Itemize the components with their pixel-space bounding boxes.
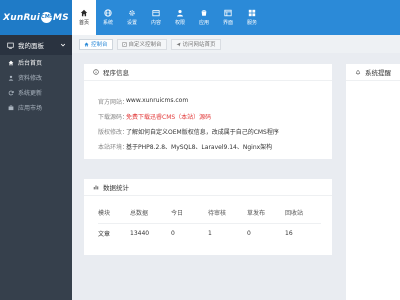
- table-cell: 13440: [130, 229, 150, 237]
- sidebar-item-label: 后台首页: [18, 60, 43, 67]
- app-icon: [201, 10, 207, 16]
- system-notice-card: 系统提醒: [346, 64, 400, 300]
- table-cell[interactable]: 1: [208, 223, 247, 243]
- service-icon: [248, 9, 256, 17]
- info-key: 官方网站：: [98, 99, 129, 106]
- table-header-cell: 待审核: [208, 210, 227, 218]
- download-source-link[interactable]: 免费下载迅睿CMS（本站）源码: [126, 112, 211, 121]
- refresh-icon: [8, 90, 14, 95]
- sidebar-item-update[interactable]: 系统更新: [0, 85, 72, 100]
- tab-label: 控制台: [91, 42, 108, 48]
- card-header: 数据统计: [84, 179, 332, 196]
- logo-text-prefix: XunRui: [3, 13, 41, 23]
- table-cell: 0: [247, 229, 251, 237]
- settings-icon: [129, 10, 135, 16]
- card-header: 程序信息: [84, 64, 332, 81]
- tab-custom-console[interactable]: 自定义控制台: [116, 38, 167, 50]
- table-header-cell: 今日: [171, 210, 184, 218]
- brand-logo[interactable]: XunRuiCMSMS: [0, 0, 72, 35]
- sidebar-item-market[interactable]: 应用市场: [0, 100, 72, 115]
- program-info-card: 程序信息 官方网站： www.xunruicms.com 下载源码： 免费下载迅…: [84, 64, 332, 159]
- tab-visit-site[interactable]: 访问网站首页: [170, 38, 221, 50]
- table-header-cell: 回收站: [285, 210, 304, 218]
- table-cell-module[interactable]: 文章: [98, 223, 130, 243]
- sidebar-item-label: 应用市场: [18, 105, 43, 112]
- info-row: 下载源码： 免费下载迅睿CMS（本站）源码: [98, 112, 211, 121]
- info-key: 本站环境：: [98, 144, 129, 151]
- page-tabs: 控制台 自定义控制台 访问网站首页: [72, 35, 400, 53]
- topnav-label: 系统: [102, 20, 113, 26]
- card-title: 系统提醒: [365, 69, 391, 77]
- card-title: 程序信息: [103, 69, 129, 77]
- info-row: 官方网站： www.xunruicms.com: [98, 97, 188, 106]
- sidebar-item-label: 系统更新: [18, 90, 43, 97]
- tab-label: 自定义控制台: [128, 42, 162, 48]
- globe-icon: [104, 9, 112, 17]
- sidebar-header-label: 我的面板: [18, 42, 44, 50]
- chevron-down-icon: [60, 43, 66, 47]
- layout-icon: [224, 9, 232, 17]
- sidebar-item-label: 资料修改: [18, 75, 43, 82]
- logo-badge: CMS: [41, 12, 54, 23]
- sidebar-header[interactable]: 我的面板: [0, 35, 72, 55]
- sidebar: 我的面板 后台首页 资料修改 系统更新 应用市场: [0, 35, 72, 300]
- official-site-link[interactable]: www.xunruicms.com: [126, 97, 188, 106]
- bell-icon: [355, 70, 361, 75]
- send-icon: [176, 42, 181, 46]
- home-icon: [84, 42, 89, 46]
- logo-text-suffix: MS: [53, 13, 69, 23]
- topnav-permission[interactable]: 权限: [168, 0, 192, 35]
- market-icon: [8, 104, 14, 110]
- table-header-cell: 模块: [98, 210, 111, 218]
- topnav-label: 应用: [198, 20, 209, 26]
- topnav-label: 权限: [174, 20, 185, 26]
- table-header-cell: 草发布: [247, 210, 266, 218]
- top-nav: 首页 系统 设置 内容 权限 应用 界面 服务: [72, 0, 264, 35]
- info-row: 版权修改： 了解如何自定义OEM版权信息，改成属于自己的CMS程序: [98, 127, 279, 136]
- environment-info: 基于PHP8.2.8、MySQL8、Laravel9.14、Nginx架构: [126, 144, 273, 151]
- top-navbar: XunRuiCMSMS 首页 系统 设置 内容 权限 应用 界面 服务: [0, 0, 400, 35]
- topnav-system[interactable]: 系统: [96, 0, 120, 35]
- table-cell: 0: [171, 229, 175, 237]
- dashboard-icon: [7, 42, 14, 49]
- tab-console[interactable]: 控制台: [79, 38, 113, 50]
- tab-label: 访问网站首页: [182, 42, 216, 48]
- sidebar-item-profile[interactable]: 资料修改: [0, 70, 72, 85]
- user-icon: [177, 9, 183, 17]
- info-key: 下载源码：: [98, 114, 129, 121]
- topnav-settings[interactable]: 设置: [120, 0, 144, 35]
- card-header: 系统提醒: [346, 64, 400, 81]
- topnav-app[interactable]: 应用: [192, 0, 216, 35]
- copyright-info-link[interactable]: 了解如何自定义OEM版权信息，改成属于自己的CMS程序: [126, 127, 279, 136]
- home-icon: [80, 9, 88, 17]
- topnav-label: 服务: [246, 20, 257, 26]
- topnav-service[interactable]: 服务: [240, 0, 264, 35]
- edit-icon: [121, 41, 127, 47]
- info-icon: [93, 69, 99, 75]
- table-cell[interactable]: 16: [285, 223, 321, 243]
- topnav-label: 首页: [78, 20, 89, 26]
- topnav-label: 内容: [150, 20, 161, 26]
- stats-card: 数据统计 模块 总数据 今日 待审核 草发布 回收站 文章 13440 0 1 …: [84, 179, 332, 255]
- topnav-content[interactable]: 内容: [144, 0, 168, 35]
- table-header-row: 模块 总数据 今日 待审核 草发布 回收站: [98, 203, 321, 223]
- info-row: 本站环境： 基于PHP8.2.8、MySQL8、Laravel9.14、Ngin…: [98, 142, 272, 151]
- user-icon: [8, 75, 14, 81]
- info-key: 版权修改：: [98, 129, 129, 136]
- topnav-layout[interactable]: 界面: [216, 0, 240, 35]
- home-icon: [8, 60, 14, 65]
- content-icon: [152, 10, 160, 17]
- table-header-cell: 总数据: [130, 210, 149, 218]
- stats-table: 模块 总数据 今日 待审核 草发布 回收站 文章 13440 0 1 0 16: [98, 203, 321, 243]
- topnav-home[interactable]: 首页: [72, 0, 96, 35]
- topnav-label: 设置: [126, 20, 137, 26]
- bar-chart-icon: [93, 185, 99, 190]
- topnav-label: 界面: [222, 20, 233, 26]
- card-title: 数据统计: [103, 184, 129, 192]
- sidebar-item-home[interactable]: 后台首页: [0, 55, 72, 70]
- table-row: 文章 13440 0 1 0 16: [98, 223, 321, 243]
